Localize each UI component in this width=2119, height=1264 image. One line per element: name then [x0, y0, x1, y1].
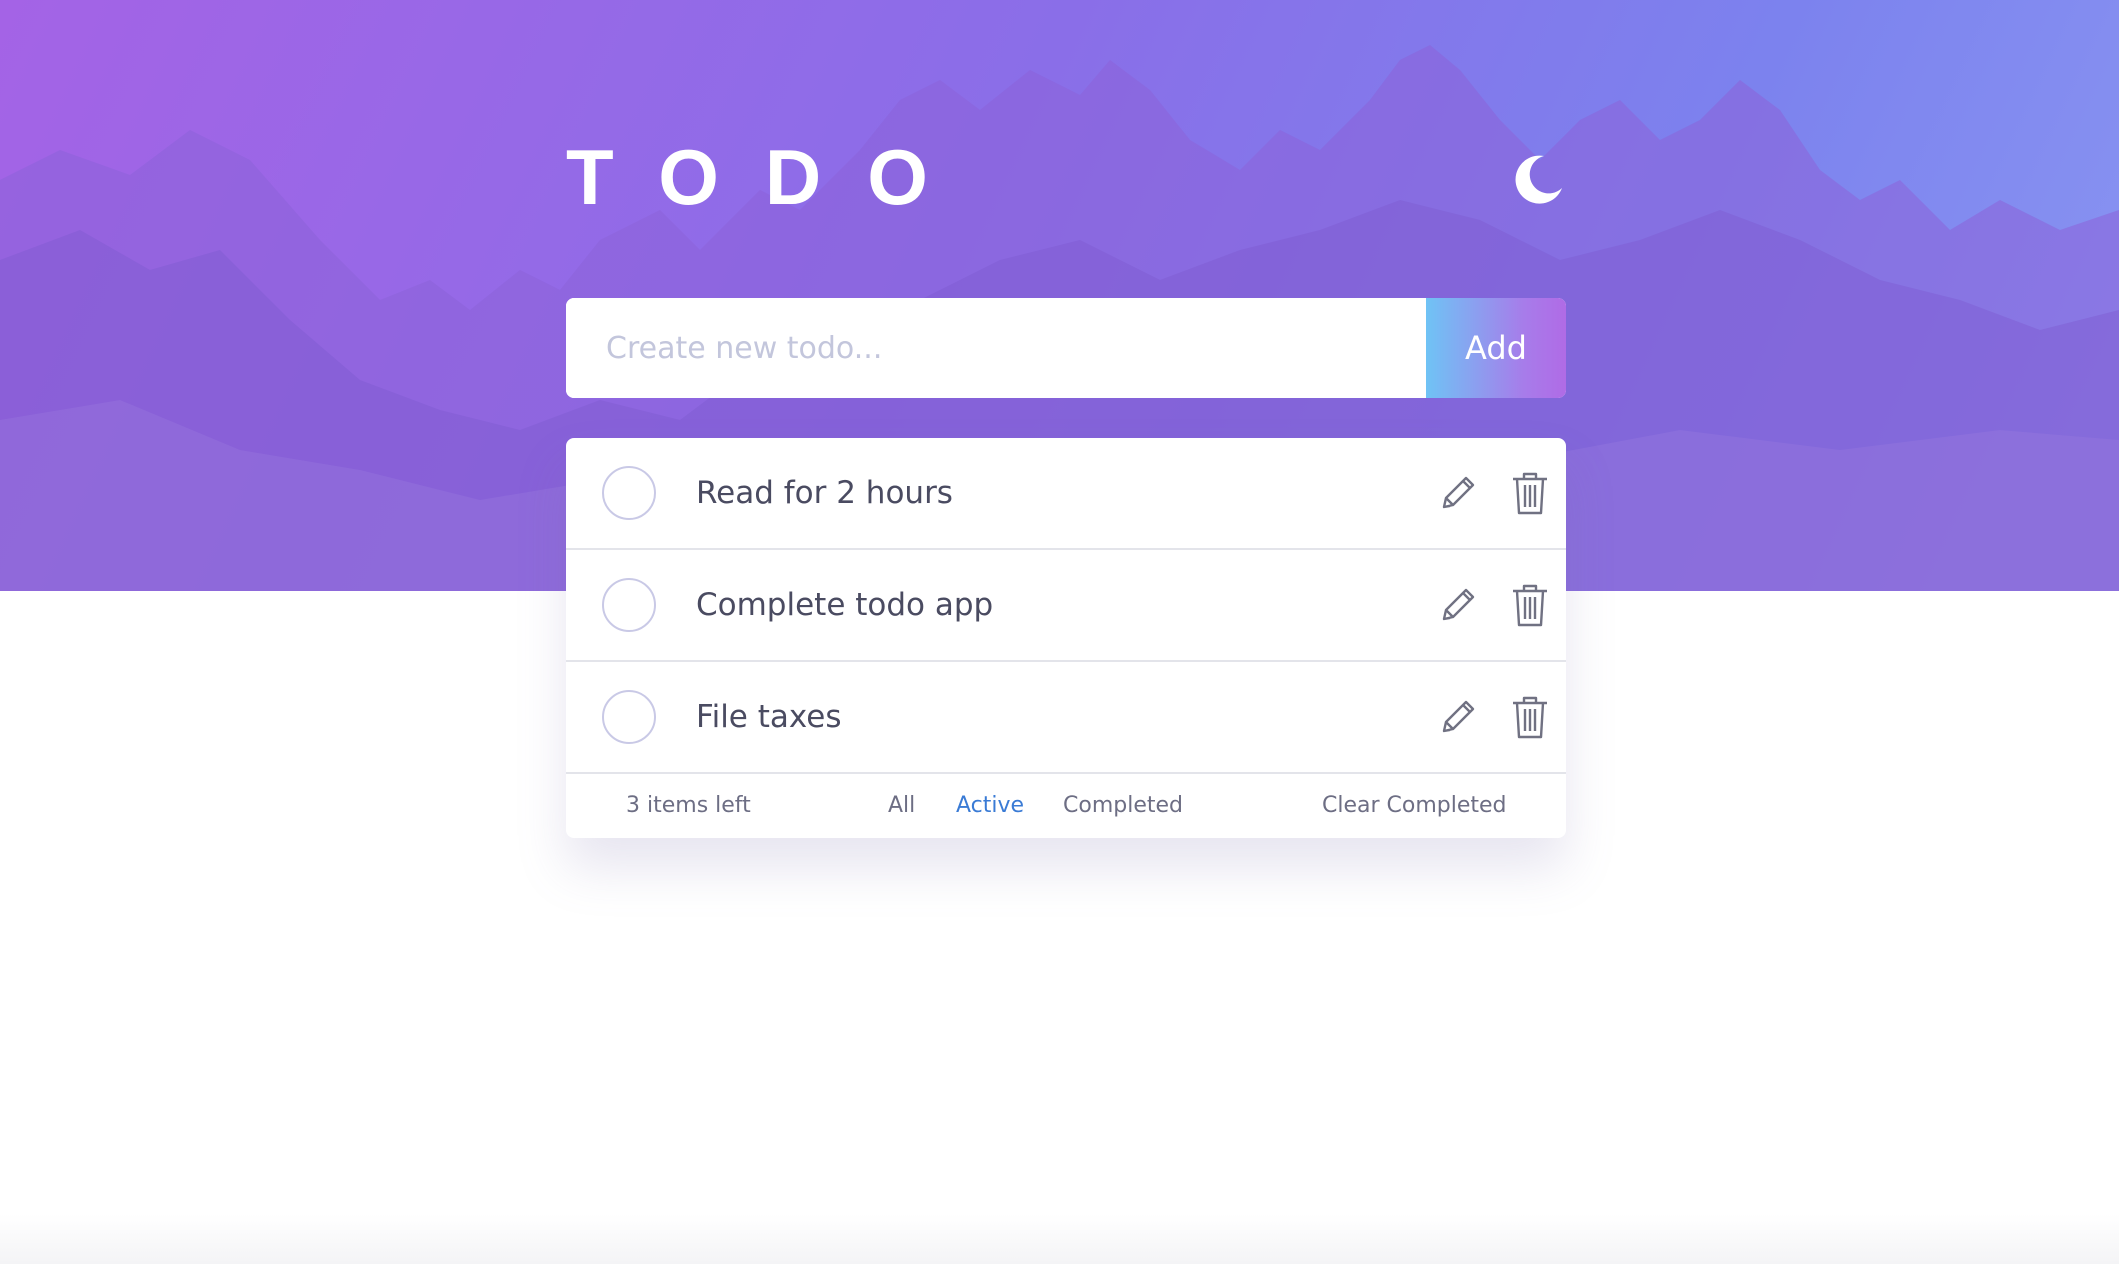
pencil-icon[interactable] [1436, 695, 1480, 739]
app-title: TODO [566, 133, 974, 221]
todo-item: Complete todo app [566, 550, 1566, 662]
todo-checkbox[interactable] [602, 466, 656, 520]
filter-active[interactable]: Active [956, 793, 1024, 818]
new-todo-input[interactable] [566, 298, 1426, 398]
pencil-icon[interactable] [1436, 583, 1480, 627]
trash-icon[interactable] [1508, 469, 1552, 517]
items-left-count: 3 items left [626, 793, 751, 818]
page-bottom-fade [0, 1214, 2119, 1264]
todo-text[interactable]: File taxes [696, 699, 842, 735]
trash-icon[interactable] [1508, 693, 1552, 741]
new-todo-form: Add [566, 298, 1566, 398]
clear-completed-button[interactable]: Clear Completed [1322, 793, 1507, 818]
todo-text[interactable]: Complete todo app [696, 587, 993, 623]
trash-icon[interactable] [1508, 581, 1552, 629]
todo-checkbox[interactable] [602, 690, 656, 744]
todo-checkbox[interactable] [602, 578, 656, 632]
add-button[interactable]: Add [1426, 298, 1566, 398]
filter-completed[interactable]: Completed [1063, 793, 1183, 818]
todo-list: Read for 2 hours Complete todo app File … [566, 438, 1566, 838]
filter-all[interactable]: All [888, 793, 915, 818]
todo-text[interactable]: Read for 2 hours [696, 475, 953, 511]
moon-icon [1515, 155, 1562, 204]
todo-item: Read for 2 hours [566, 438, 1566, 550]
pencil-icon[interactable] [1436, 471, 1480, 515]
list-footer: 3 items left All Active Completed Clear … [566, 774, 1566, 838]
theme-toggle-button[interactable] [1508, 150, 1568, 210]
todo-item: File taxes [566, 662, 1566, 774]
